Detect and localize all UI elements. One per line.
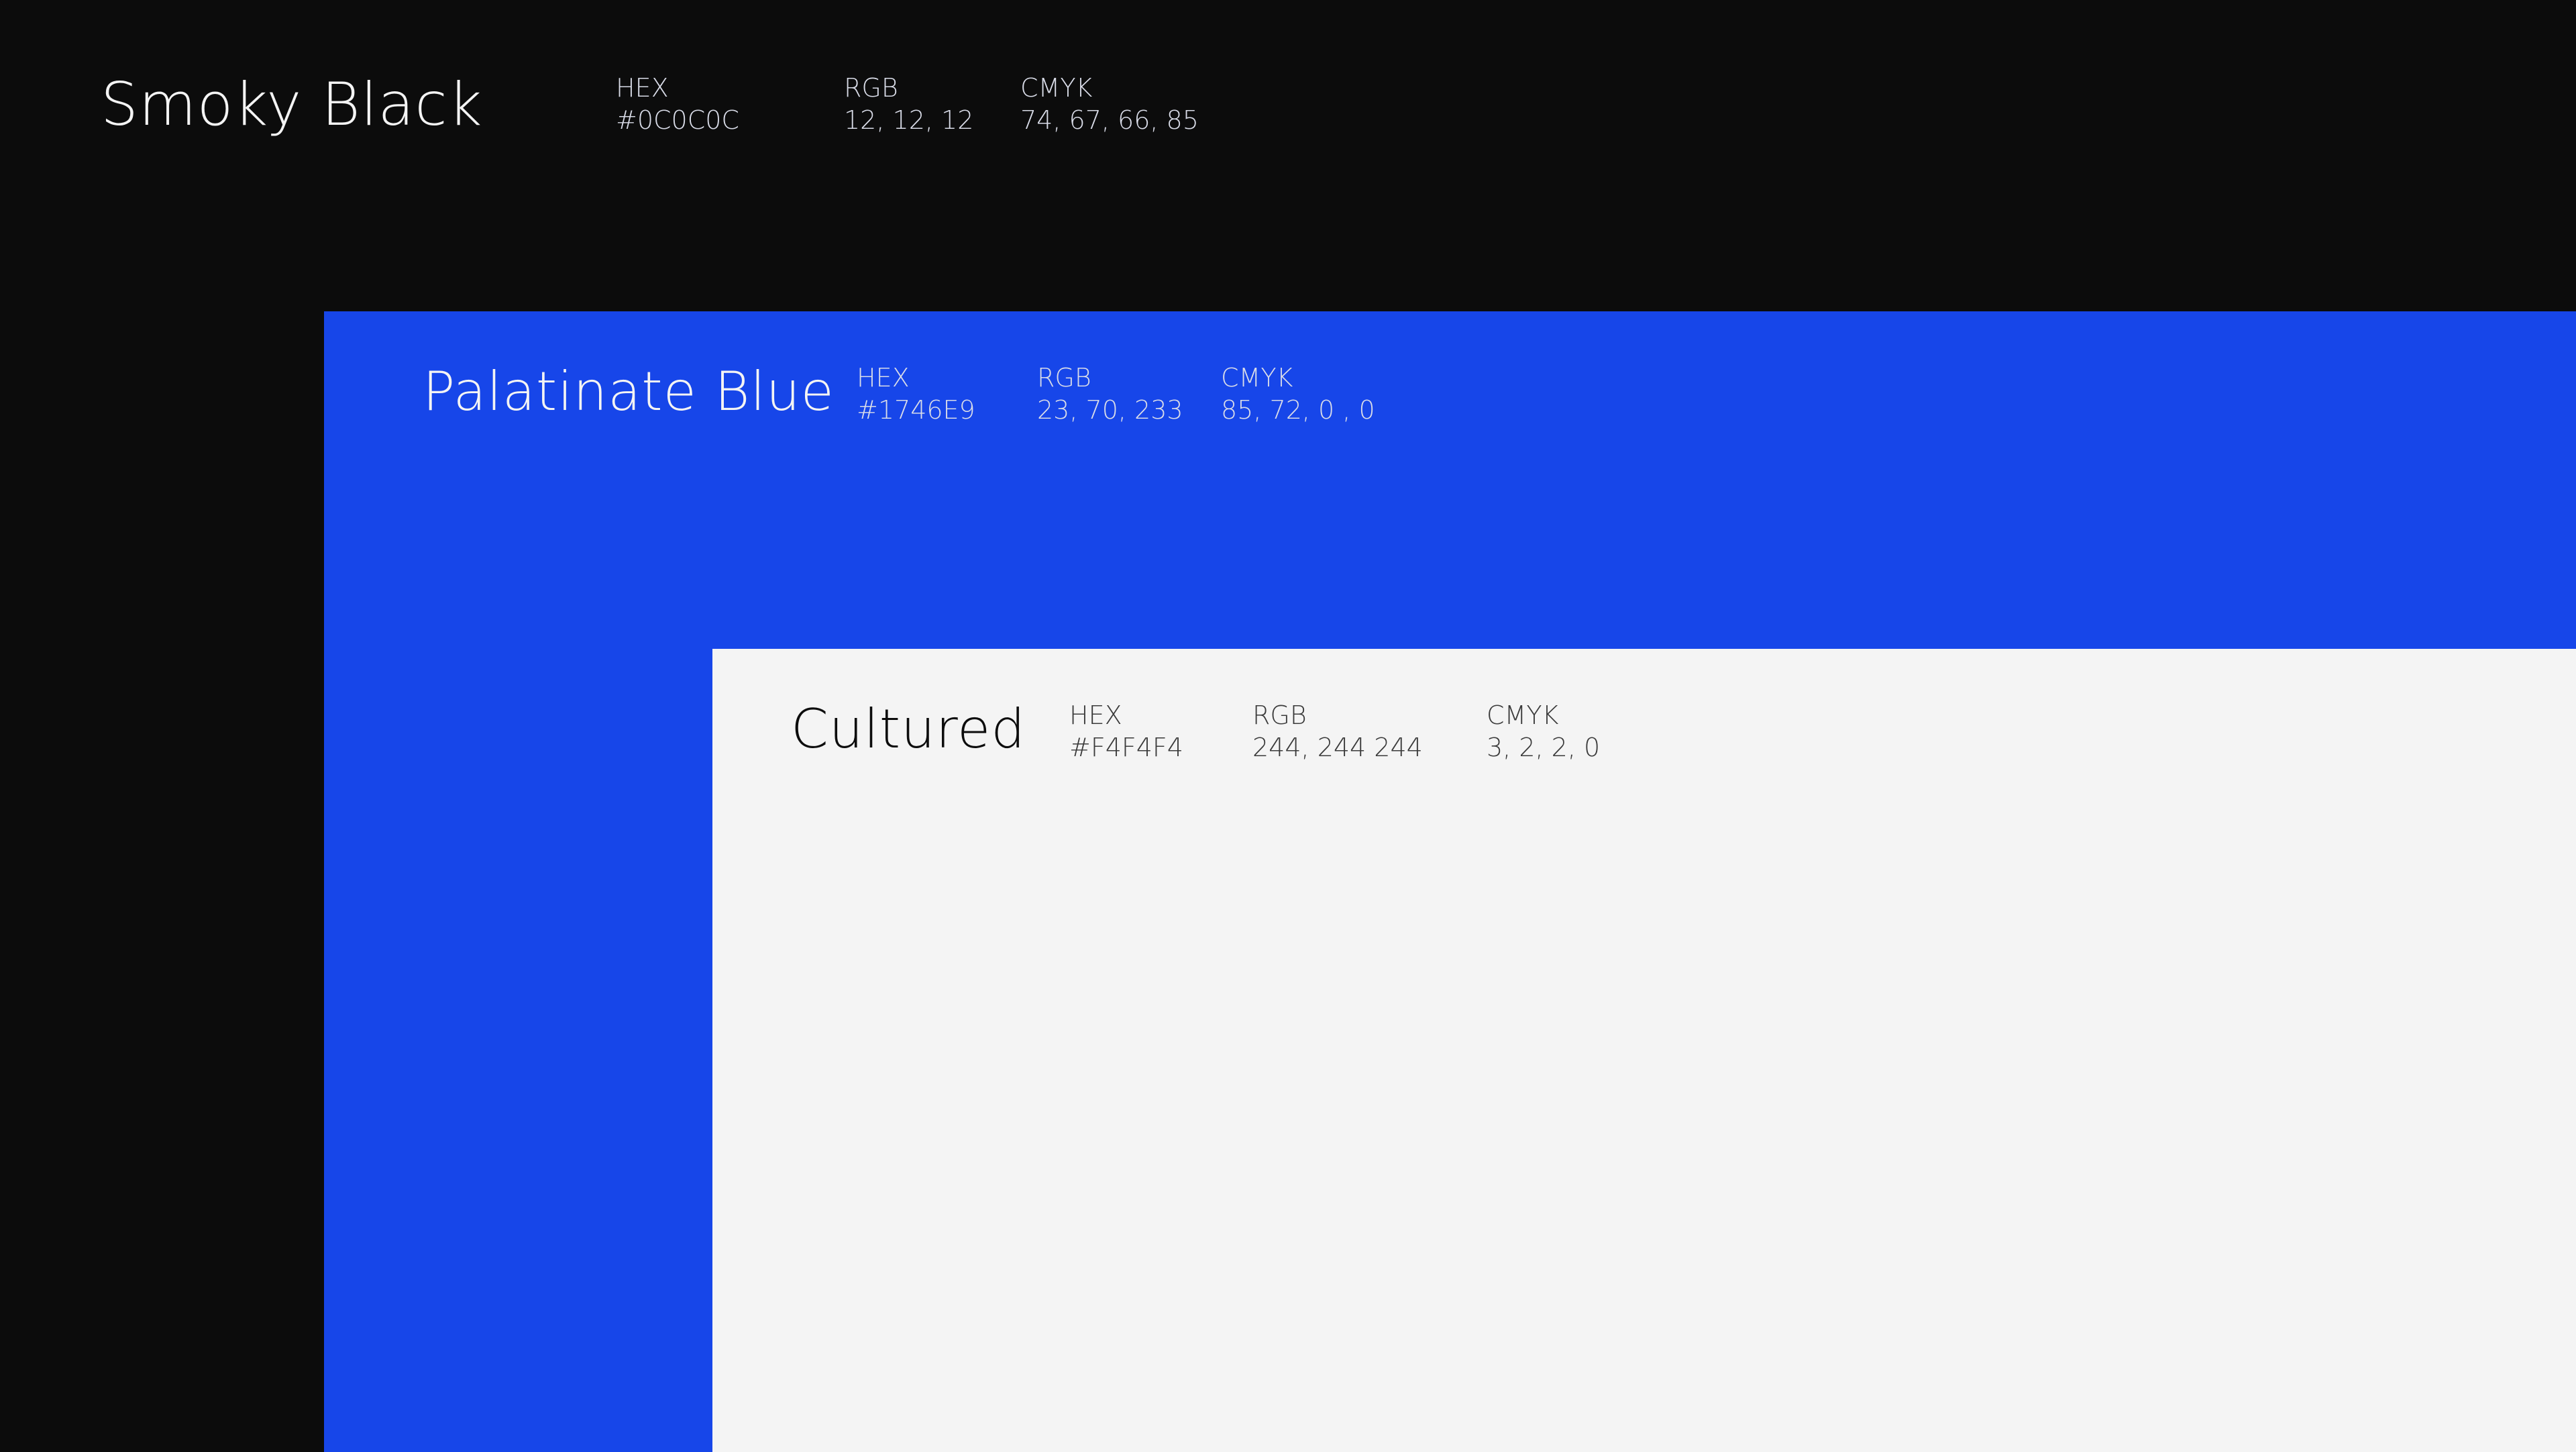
swatch-name: Cultured [791, 698, 1026, 760]
rgb-label: RGB [844, 73, 898, 103]
rgb-spec: RGB 23, 70, 233 [1037, 362, 1183, 426]
swatch-name: Smoky Black [101, 70, 483, 139]
rgb-spec: RGB 12, 12, 12 [844, 72, 973, 136]
cmyk-value: 3, 2, 2, 0 [1487, 732, 1601, 762]
cmyk-label: CMYK [1020, 73, 1093, 103]
hex-label: HEX [1069, 701, 1122, 730]
hex-spec: HEX #F4F4F4 [1069, 700, 1183, 764]
hex-label: HEX [857, 363, 910, 393]
cmyk-spec: CMYK 74, 67, 66, 85 [1020, 72, 1199, 136]
hex-value: #F4F4F4 [1069, 732, 1183, 762]
cmyk-spec: CMYK 3, 2, 2, 0 [1487, 700, 1600, 764]
rgb-value: 23, 70, 233 [1037, 395, 1183, 425]
cmyk-value: 85, 72, 0 , 0 [1221, 395, 1375, 425]
cmyk-label: CMYK [1221, 363, 1293, 393]
rgb-label: RGB [1252, 701, 1307, 730]
hex-value: #0C0C0C [616, 105, 739, 135]
rgb-spec: RGB 244, 244 244 [1252, 700, 1423, 764]
cmyk-label: CMYK [1487, 701, 1559, 730]
rgb-value: 12, 12, 12 [844, 105, 974, 135]
cmyk-value: 74, 67, 66, 85 [1020, 105, 1199, 135]
hex-value: #1746E9 [857, 395, 975, 425]
hex-label: HEX [616, 73, 669, 103]
rgb-label: RGB [1037, 363, 1091, 393]
hex-spec: HEX #0C0C0C [616, 72, 739, 136]
swatch-name: Palatinate Blue [423, 360, 835, 423]
swatch-panel-cultured: Cultured HEX #F4F4F4 RGB 244, 244 244 CM… [712, 649, 2576, 1452]
rgb-value: 244, 244 244 [1252, 732, 1423, 762]
cmyk-spec: CMYK 85, 72, 0 , 0 [1221, 362, 1375, 426]
hex-spec: HEX #1746E9 [857, 362, 975, 426]
